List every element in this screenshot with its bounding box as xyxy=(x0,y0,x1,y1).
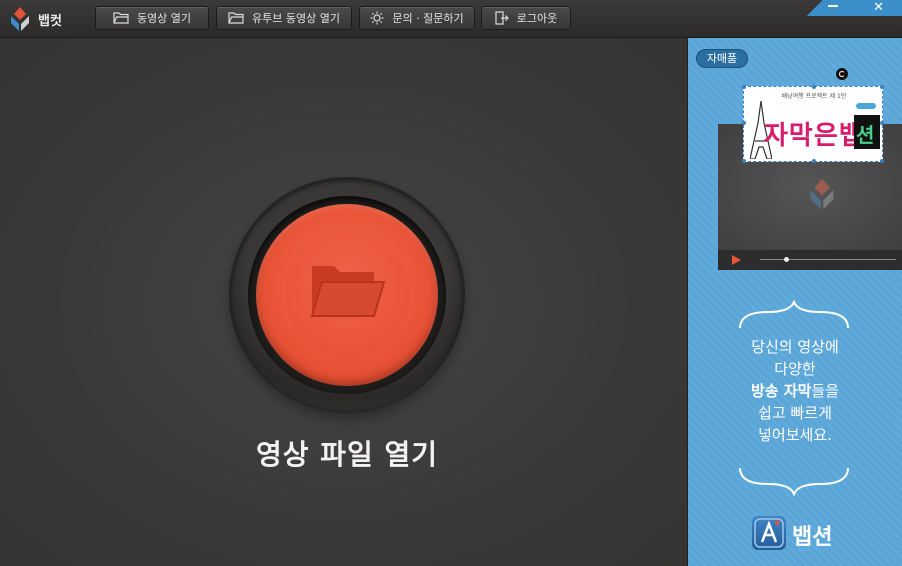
promo-line-5: 넣어보세요. xyxy=(758,426,832,444)
resize-handle[interactable] xyxy=(880,159,884,163)
subtitle-sample-corner-text: 션 xyxy=(856,123,875,147)
subtitle-sample-corner: 션 xyxy=(854,115,880,149)
promo-side-panel: 자매품 배낭여행 프로젝트 제 1탄 자막은뱁 션 당신의 영상에 다양한 방송… xyxy=(688,38,902,566)
lightbulb-icon xyxy=(370,11,384,25)
app-logo-icon xyxy=(810,178,834,210)
logout-button[interactable]: 로그아웃 xyxy=(481,6,571,30)
open-video-label: 동영상 열기 xyxy=(136,12,192,25)
main-area: 영상 파일 열기 xyxy=(0,38,688,566)
resize-handle[interactable] xyxy=(880,121,884,125)
close-icon[interactable]: ✕ xyxy=(873,1,884,14)
inquiry-label: 문의 · 질문하기 xyxy=(392,12,464,25)
open-file-button[interactable] xyxy=(256,204,438,386)
resize-handle[interactable] xyxy=(812,85,816,89)
open-youtube-button[interactable]: 유투브 동영상 열기 xyxy=(216,6,352,30)
subtitle-sample-box: 배낭여행 프로젝트 제 1탄 자막은뱁 션 xyxy=(742,85,884,163)
top-brace-decoration xyxy=(739,300,849,329)
exit-icon xyxy=(495,11,509,25)
folder-icon xyxy=(228,12,244,24)
open-video-button[interactable]: 동영상 열기 xyxy=(95,6,209,30)
promo-line-3: 방송 자막들을 xyxy=(688,380,902,402)
logout-label: 로그아웃 xyxy=(516,12,558,25)
subtitle-sample-top-text: 배낭여행 프로젝트 제 1탄 xyxy=(781,93,847,100)
open-file-ring-inner xyxy=(248,196,446,394)
brand-logo-glyph xyxy=(754,518,784,548)
airplane-icon xyxy=(856,103,876,109)
subtitle-sample-main-text: 자막은뱁 xyxy=(764,121,864,151)
inquiry-button[interactable]: 문의 · 질문하기 xyxy=(359,6,475,30)
folder-icon xyxy=(310,266,386,317)
open-file-label[interactable]: 영상 파일 열기 xyxy=(0,433,694,473)
open-file-ring xyxy=(230,178,464,412)
promo-line-4: 쉽고 빠르게 xyxy=(758,404,832,422)
seek-knob[interactable] xyxy=(784,257,789,262)
title-bar: 뱁컷 동영상 열기 유투브 동영상 열기 문의 · 질문하기 로그아웃 ✕ xyxy=(0,0,902,38)
brand-name[interactable]: 뱁션 xyxy=(792,519,832,551)
promo-text: 당신의 영상에 다양한 방송 자막들을 쉽고 빠르게 넣어보세요. xyxy=(688,336,902,446)
folder-icon xyxy=(113,12,129,24)
promo-line-3-bold: 방송 자막 xyxy=(750,382,812,400)
resize-handle[interactable] xyxy=(812,159,816,163)
sister-product-badge: 자매품 xyxy=(696,49,748,68)
window-controls: ✕ xyxy=(802,0,902,16)
resize-handle[interactable] xyxy=(742,159,746,163)
rotate-icon[interactable] xyxy=(836,68,848,80)
promo-line-1: 당신의 영상에 xyxy=(751,338,839,356)
preview-control-bar xyxy=(718,250,902,270)
open-youtube-label: 유투브 동영상 열기 xyxy=(252,12,340,25)
resize-handle[interactable] xyxy=(880,85,884,89)
app-logo-icon xyxy=(11,7,29,31)
minimize-icon[interactable] xyxy=(828,5,838,7)
seek-track[interactable] xyxy=(760,259,896,260)
brand-logo-icon[interactable] xyxy=(752,516,786,550)
resize-handle[interactable] xyxy=(742,121,746,125)
resize-handle[interactable] xyxy=(742,85,746,89)
promo-line-3-rest: 들을 xyxy=(811,382,840,400)
bottom-brace-decoration xyxy=(739,467,849,496)
promo-line-2: 다양한 xyxy=(774,360,816,378)
app-name: 뱁컷 xyxy=(38,14,62,29)
play-icon[interactable] xyxy=(732,255,741,265)
